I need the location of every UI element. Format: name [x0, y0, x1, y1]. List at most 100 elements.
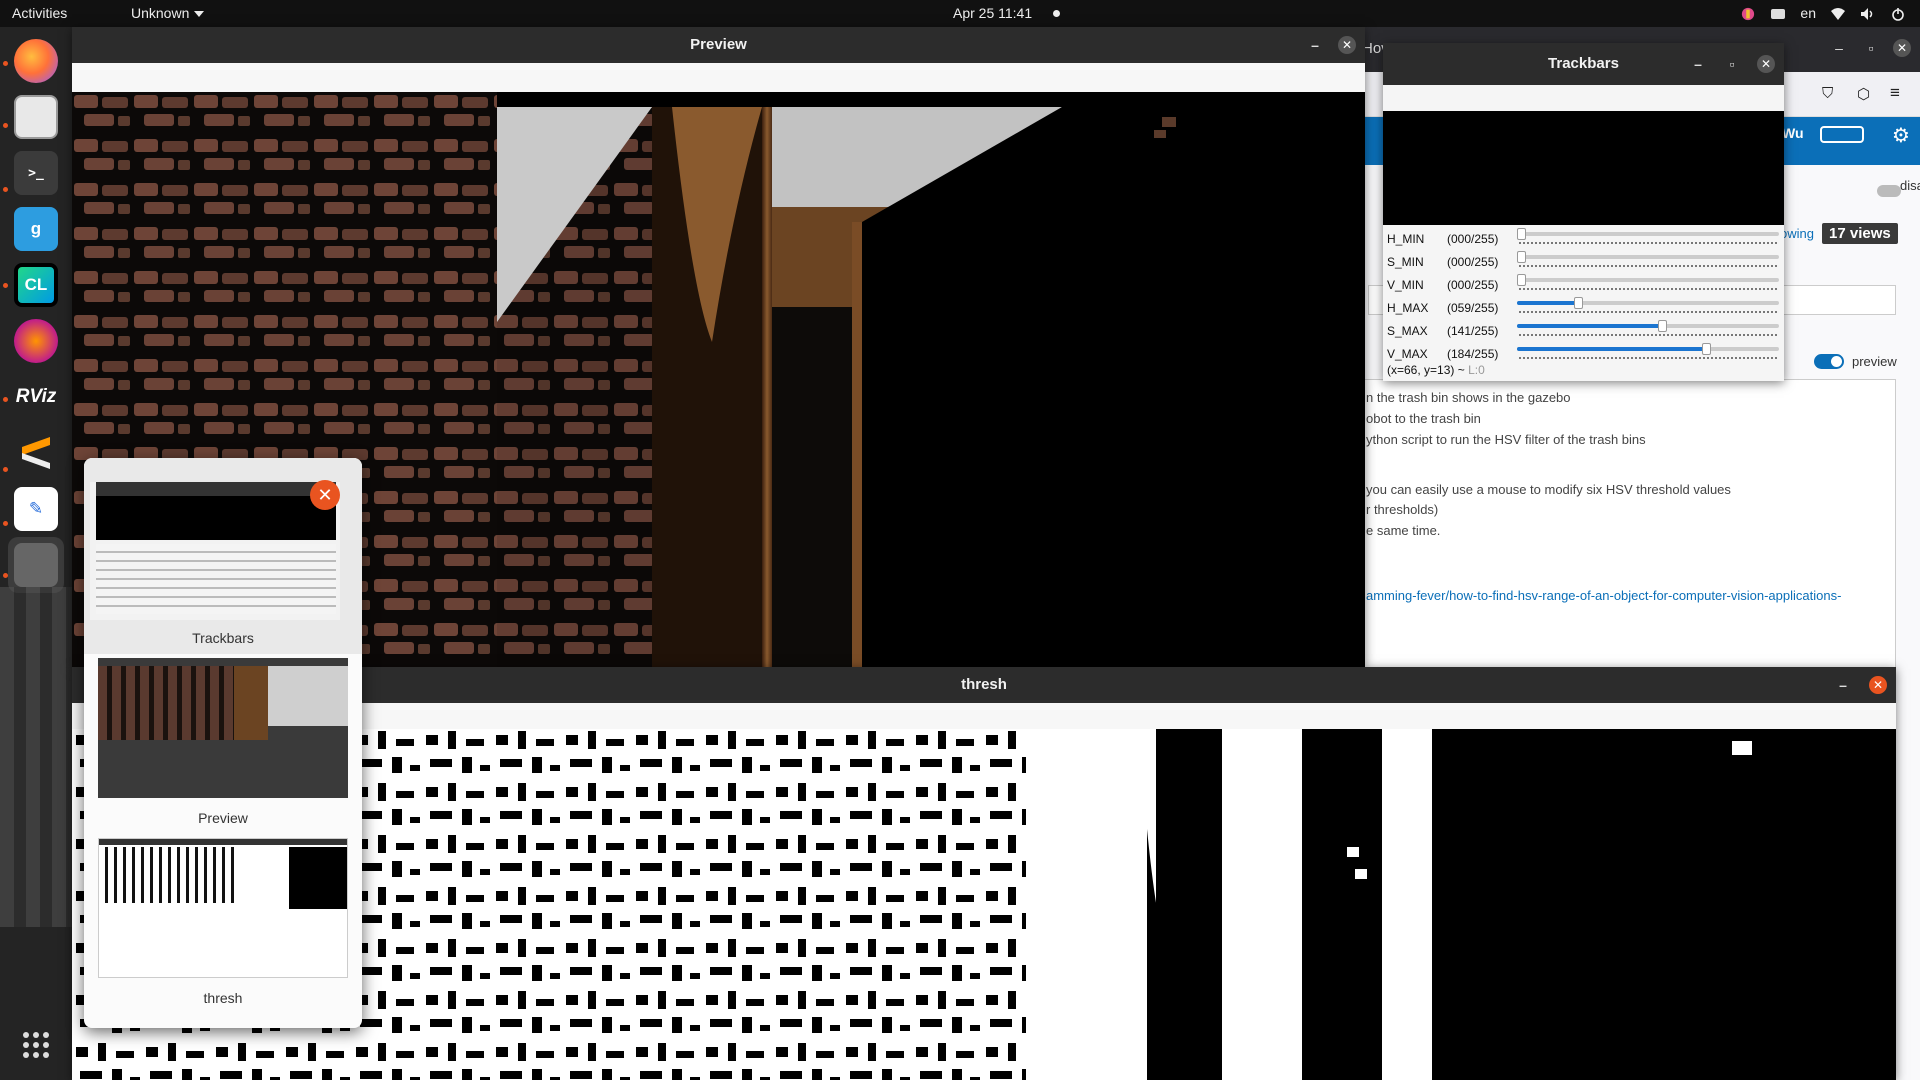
editor-line: n the trash bin shows in the gazebo — [1366, 390, 1571, 405]
dock-active-app[interactable] — [8, 537, 64, 593]
preview-label: preview — [1852, 354, 1897, 369]
slider-fill — [1517, 324, 1662, 328]
slider-track[interactable] — [1517, 251, 1779, 263]
keyboard-icon[interactable] — [1770, 7, 1786, 21]
wifi-icon[interactable] — [1830, 7, 1846, 21]
close-icon[interactable]: ✕ — [1893, 39, 1911, 57]
trackbar-s-min[interactable]: S_MIN (000/255) — [1383, 251, 1784, 274]
close-icon[interactable]: ✕ — [1869, 676, 1887, 694]
views-badge: 17 views — [1822, 223, 1898, 244]
top-bar: Activities Unknown Apr 25 11:41 en — [0, 0, 1920, 27]
slider-track[interactable] — [1517, 343, 1779, 355]
thumb-black-area — [96, 496, 336, 540]
minimize-icon[interactable]: – — [1830, 39, 1848, 57]
dock-clion[interactable]: CL — [8, 257, 64, 313]
app-menu[interactable]: Unknown — [131, 0, 205, 27]
slider-thumb[interactable] — [1517, 251, 1526, 263]
slider-thumb[interactable] — [1573, 297, 1583, 309]
window-icon — [14, 543, 58, 587]
menu-icon[interactable]: ≡ — [1890, 83, 1900, 103]
grid-icon — [23, 1032, 49, 1058]
volume-icon[interactable] — [1860, 7, 1876, 21]
slider-ticks — [1519, 334, 1777, 337]
close-icon[interactable]: ✕ — [1338, 36, 1356, 54]
titlebar[interactable]: Trackbars – ▫ ✕ — [1383, 43, 1784, 85]
trackbar-label: H_MAX — [1387, 301, 1429, 315]
gnome-icon — [14, 319, 58, 363]
window-switcher[interactable]: ✕ Trackbars Preview thresh — [84, 458, 362, 1028]
preview-toggle[interactable] — [1814, 354, 1844, 369]
app-menu-label: Unknown — [131, 5, 190, 21]
trackbar-value: (141/255) — [1447, 324, 1499, 338]
slider-thumb[interactable] — [1517, 274, 1526, 286]
trackbar-value: (059/255) — [1447, 301, 1499, 315]
minimize-icon[interactable]: – — [1834, 676, 1852, 694]
language-indicator[interactable]: en — [1800, 0, 1816, 27]
slider-thumb[interactable] — [1517, 228, 1526, 240]
dock-sublime[interactable] — [8, 425, 64, 481]
slider-track[interactable] — [1517, 320, 1779, 332]
slider-thumb[interactable] — [1702, 343, 1712, 355]
extensions-icon[interactable]: ⬡ — [1857, 85, 1870, 103]
slider-thumb[interactable] — [1657, 320, 1667, 332]
trackbar-h-min[interactable]: H_MIN (000/255) — [1383, 228, 1784, 251]
color-picker-icon[interactable] — [1740, 7, 1756, 21]
trackbars-image — [1383, 111, 1784, 225]
thumb-titlebar — [96, 482, 336, 496]
maximize-icon[interactable]: ▫ — [1862, 39, 1880, 57]
close-icon[interactable]: ✕ — [1757, 55, 1775, 73]
dock-gnome[interactable] — [8, 313, 64, 369]
dock-rviz[interactable]: RViz — [8, 369, 64, 425]
dock-text-editor[interactable]: ✎ — [8, 481, 64, 537]
slider-track[interactable] — [1517, 228, 1779, 240]
slider-ticks — [1519, 311, 1777, 314]
user-name[interactable]: Wu — [1782, 125, 1804, 141]
switcher-thumb-thresh[interactable] — [98, 838, 348, 978]
maximize-icon[interactable]: ▫ — [1723, 55, 1741, 73]
slider-ticks — [1519, 265, 1777, 268]
question-editor[interactable]: n the trash bin shows in the gazebo obot… — [1364, 379, 1896, 673]
trackbar-h-max[interactable]: H_MAX (059/255) — [1383, 297, 1784, 320]
trackbars-window[interactable]: Trackbars – ▫ ✕ H_MIN (000/255) S_MIN (0… — [1383, 43, 1784, 381]
rviz-label: RViz — [15, 386, 57, 407]
user-dropdown[interactable] — [1820, 126, 1864, 143]
dock-software[interactable]: g — [8, 201, 64, 257]
show-applications-button[interactable] — [8, 1017, 64, 1073]
clock[interactable]: Apr 25 11:41 — [953, 0, 1032, 27]
clion-label: CL — [24, 275, 48, 294]
trackbar-value: (000/255) — [1447, 232, 1499, 246]
switcher-thumb-preview[interactable] — [98, 658, 348, 798]
slider-track[interactable] — [1517, 297, 1779, 309]
power-icon[interactable] — [1890, 7, 1906, 21]
system-tray[interactable]: en — [1740, 0, 1906, 27]
files-icon — [14, 95, 58, 139]
level-readout: L:0 — [1468, 363, 1485, 377]
cursor-readout: (x=66, y=13) ~ — [1387, 363, 1465, 377]
switcher-thumb-trackbars[interactable] — [90, 482, 340, 620]
editor-link[interactable]: amming-fever/how-to-find-hsv-range-of-an… — [1366, 588, 1841, 603]
trackbar-s-max[interactable]: S_MAX (141/255) — [1383, 320, 1784, 343]
history-toggle[interactable] — [1877, 185, 1901, 197]
trackbar-v-min[interactable]: V_MIN (000/255) — [1383, 274, 1784, 297]
following-link[interactable]: owing — [1780, 226, 1814, 241]
editor-line: e same time. — [1366, 523, 1441, 538]
dock-terminal[interactable]: >_ — [8, 145, 64, 201]
dock-firefox[interactable] — [8, 33, 64, 89]
minimize-icon[interactable]: – — [1689, 55, 1707, 73]
firefox-icon — [14, 39, 58, 83]
slider-track[interactable] — [1517, 274, 1779, 286]
disable-history-label: disable history — [1900, 178, 1920, 193]
activities-button[interactable]: Activities — [12, 0, 67, 27]
clion-icon: CL — [14, 263, 58, 307]
slider-ticks — [1519, 242, 1777, 245]
dock-files[interactable] — [8, 89, 64, 145]
close-icon[interactable]: ✕ — [310, 480, 340, 510]
titlebar[interactable]: Preview – ✕ — [72, 27, 1365, 63]
slider-ticks — [1519, 288, 1777, 291]
pocket-icon[interactable]: ⛉ — [1822, 85, 1833, 102]
sublime-icon — [14, 431, 58, 475]
gear-icon[interactable]: ⚙ — [1892, 123, 1910, 148]
trackbar-value: (000/255) — [1447, 278, 1499, 292]
minimize-icon[interactable]: – — [1306, 36, 1324, 54]
rviz-icon: RViz — [14, 375, 58, 419]
